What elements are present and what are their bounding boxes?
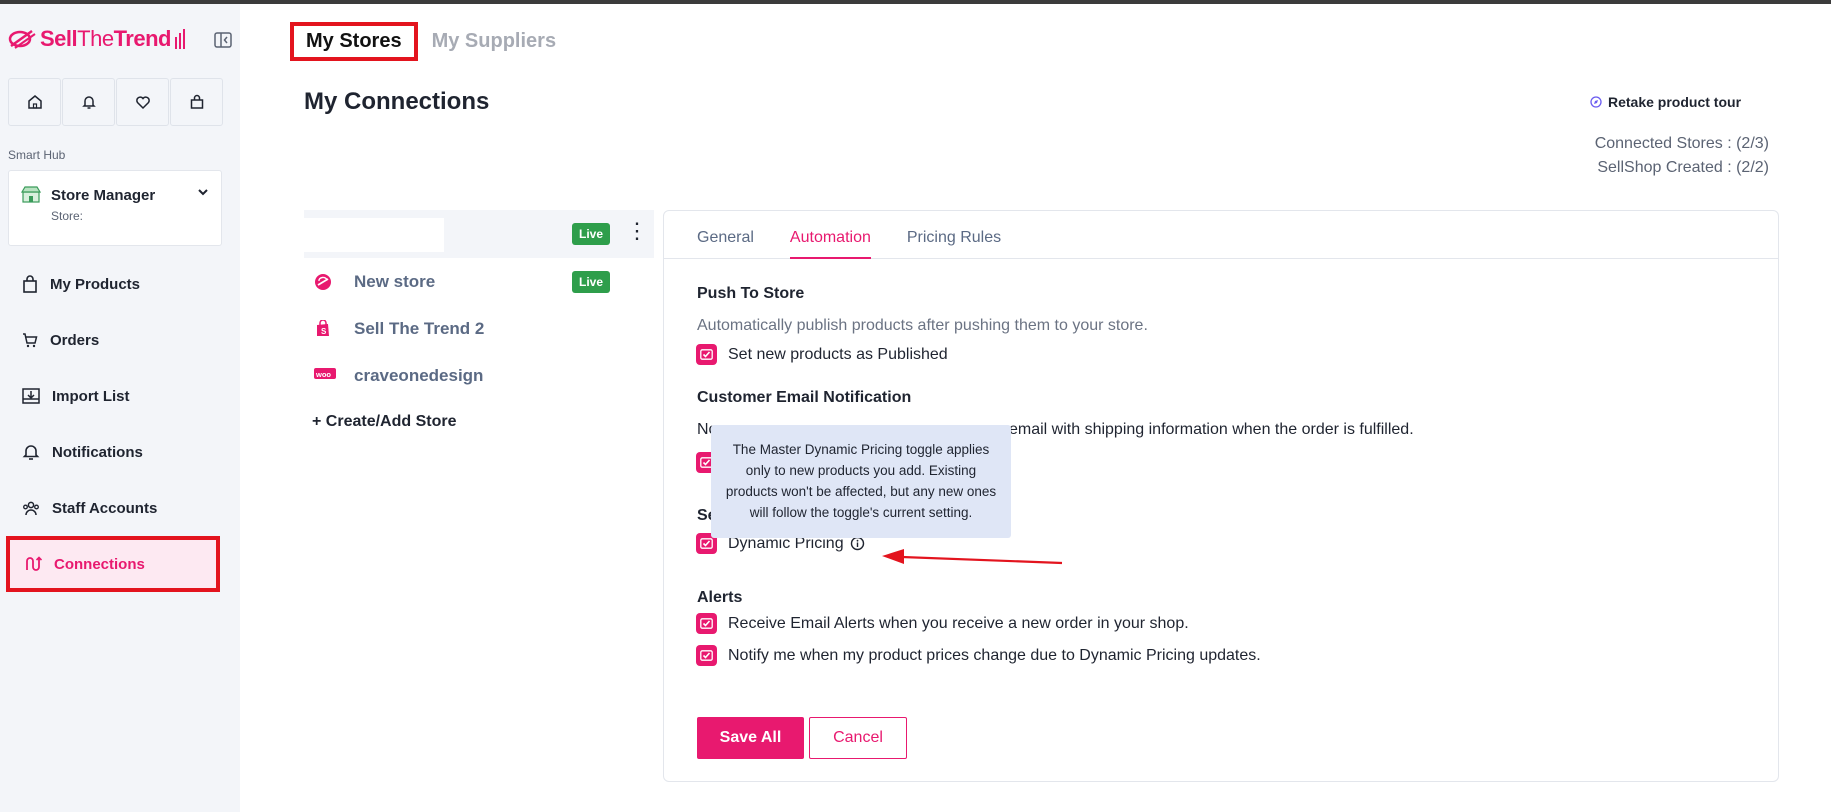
sidebar-item-staff-accounts[interactable]: Staff Accounts xyxy=(8,480,224,536)
smart-hub-label: Smart Hub xyxy=(8,148,66,162)
store-manager-dropdown[interactable]: Store Manager Store: xyxy=(8,170,222,246)
price-change-alert-checkbox[interactable]: Notify me when my product prices change … xyxy=(697,646,1261,665)
sidebar-item-label: Import List xyxy=(52,387,130,405)
sidebar-item-connections[interactable]: Connections xyxy=(6,536,220,592)
sellthetrend-icon xyxy=(315,274,331,290)
store-list: Live ⋮ New store Live S Sell The Trend 2… xyxy=(304,210,654,431)
sidebar-item-label: Orders xyxy=(50,331,100,349)
checkbox-checked-icon xyxy=(697,614,716,633)
sidebar-item-import-list[interactable]: Import List xyxy=(8,368,224,424)
checkbox-checked-icon xyxy=(697,646,716,665)
store-manager-icon xyxy=(21,186,41,203)
sidebar-item-label: Staff Accounts xyxy=(52,499,158,517)
dynamic-pricing-tooltip: The Master Dynamic Pricing toggle applie… xyxy=(711,425,1011,538)
sidebar-item-label: Notifications xyxy=(52,443,143,461)
tab-my-suppliers[interactable]: My Suppliers xyxy=(420,24,568,59)
sidebar-nav: My Products Orders Import List Notificat… xyxy=(6,256,224,592)
collapse-sidebar-icon[interactable] xyxy=(214,32,232,48)
customer-email-description-end: email with shipping information when the… xyxy=(1009,421,1414,438)
users-icon xyxy=(23,501,39,516)
store-name-field xyxy=(304,218,444,252)
compass-icon xyxy=(1590,96,1602,108)
svg-text:S: S xyxy=(321,327,327,336)
checkbox-checked-icon xyxy=(697,345,716,364)
window-top-border xyxy=(0,0,1831,4)
chevron-down-icon xyxy=(198,189,208,196)
alerts-title: Alerts xyxy=(697,589,743,606)
sidebar: SellTheTrend Smart Hub Store Manager Sto… xyxy=(0,4,240,812)
selected-store-row[interactable]: Live ⋮ xyxy=(304,210,654,258)
store-manager-subtitle: Store: xyxy=(51,209,84,223)
annotation-arrow xyxy=(882,549,1063,565)
svg-text:woo: woo xyxy=(315,370,331,379)
push-to-store-title: Push To Store xyxy=(697,285,805,302)
sidebar-item-label: My Products xyxy=(50,275,141,293)
main-tabs: My Stores My Suppliers xyxy=(290,22,568,61)
info-icon[interactable] xyxy=(850,536,865,551)
store-row-sell-the-trend-2[interactable]: S Sell The Trend 2 xyxy=(304,305,654,352)
checkbox-label: Receive Email Alerts when you receive a … xyxy=(728,614,1189,632)
retake-tour-link[interactable]: Retake product tour xyxy=(1590,94,1741,110)
more-options-icon[interactable]: ⋮ xyxy=(626,220,648,242)
live-badge: Live xyxy=(572,223,611,245)
shopify-icon: S xyxy=(317,320,329,336)
sidebar-item-orders[interactable]: Orders xyxy=(8,312,224,368)
store-row-craveonedesign[interactable]: woo craveonedesign xyxy=(304,352,654,399)
import-icon xyxy=(22,388,40,404)
tab-general[interactable]: General xyxy=(697,211,754,259)
set-published-checkbox[interactable]: Set new products as Published xyxy=(697,345,948,364)
logo[interactable]: SellTheTrend xyxy=(8,26,185,52)
live-badge: Live xyxy=(572,271,611,293)
store-manager-title: Store Manager xyxy=(51,187,156,204)
quick-icons xyxy=(8,78,223,126)
cancel-button[interactable]: Cancel xyxy=(809,717,907,759)
push-to-store-description: Automatically publish products after pus… xyxy=(697,317,1148,334)
cart-icon xyxy=(23,333,38,348)
connected-stores-count: Connected Stores : (2/3) xyxy=(1594,135,1769,152)
store-name: New store xyxy=(354,271,436,291)
page-title: My Connections xyxy=(304,88,490,115)
home-icon[interactable] xyxy=(8,78,61,126)
sellshop-created-count: SellShop Created : (2/2) xyxy=(1597,159,1769,176)
heart-icon[interactable] xyxy=(116,78,169,126)
tab-automation[interactable]: Automation xyxy=(789,211,871,259)
tab-pricing-rules[interactable]: Pricing Rules xyxy=(907,211,1001,259)
store-row-new-store[interactable]: New store Live xyxy=(304,258,654,305)
sidebar-item-label: Connections xyxy=(54,555,145,573)
customer-email-title: Customer Email Notification xyxy=(697,389,912,406)
store-stats: Connected Stores : (2/3) SellShop Create… xyxy=(1595,132,1769,180)
store-name: Sell The Trend 2 xyxy=(354,318,485,338)
logo-bars-icon xyxy=(174,29,185,49)
bell-icon[interactable] xyxy=(62,78,115,126)
logo-mark-icon xyxy=(8,29,36,49)
bag-icon xyxy=(23,275,37,293)
bell-icon xyxy=(22,445,40,460)
settings-tabs: General Automation Pricing Rules xyxy=(664,211,1778,259)
checkbox-label: Notify me when my product prices change … xyxy=(728,646,1261,664)
sidebar-item-my-products[interactable]: My Products xyxy=(8,256,224,312)
bag-icon[interactable] xyxy=(170,78,223,126)
woocommerce-icon: woo xyxy=(314,368,336,379)
logo-text: SellTheTrend xyxy=(40,26,171,51)
new-order-alert-checkbox[interactable]: Receive Email Alerts when you receive a … xyxy=(697,614,1189,633)
retake-tour-label: Retake product tour xyxy=(1608,94,1742,110)
tab-my-stores[interactable]: My Stores xyxy=(290,22,418,61)
checkbox-label: Set new products as Published xyxy=(728,345,948,363)
create-add-store-button[interactable]: + Create/Add Store xyxy=(312,413,654,431)
store-name: craveonedesign xyxy=(354,365,484,385)
connections-icon xyxy=(26,556,42,571)
sidebar-item-notifications[interactable]: Notifications xyxy=(8,424,224,480)
save-all-button[interactable]: Save All xyxy=(697,717,804,759)
